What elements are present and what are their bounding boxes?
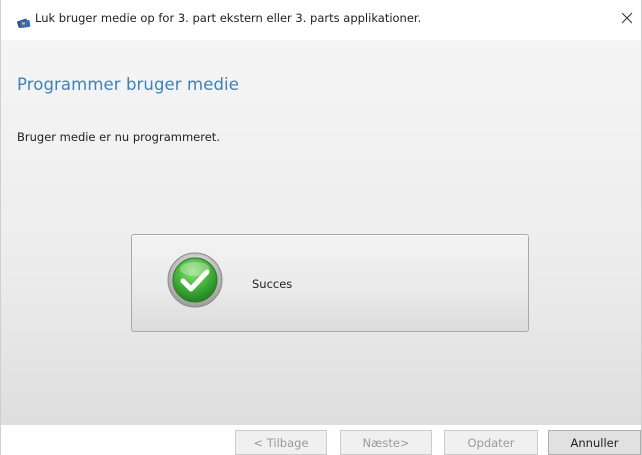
content-area: Programmer bruger medie Bruger medie er … [1,40,641,425]
result-panel: Succes [131,234,529,332]
title-bar: Luk bruger medie op for 3. part ekstern … [1,0,641,40]
button-bar: < Tilbage Næste> Opdater Annuller [1,425,641,455]
cancel-button[interactable]: Annuller [548,430,641,455]
back-button[interactable]: < Tilbage [235,430,327,455]
dialog-window: Luk bruger medie op for 3. part ekstern … [0,0,642,455]
close-icon [621,12,633,24]
page-title: Programmer bruger medie [17,75,239,94]
success-check-icon [166,251,224,309]
status-message: Bruger medie er nu programmeret. [17,130,220,144]
smartcard-icon [17,14,31,29]
close-button[interactable] [615,6,639,30]
next-button[interactable]: Næste> [340,430,432,455]
window-title: Luk bruger medie op for 3. part ekstern … [35,11,422,25]
status-text: Succes [252,277,293,291]
update-button[interactable]: Opdater [444,430,538,455]
